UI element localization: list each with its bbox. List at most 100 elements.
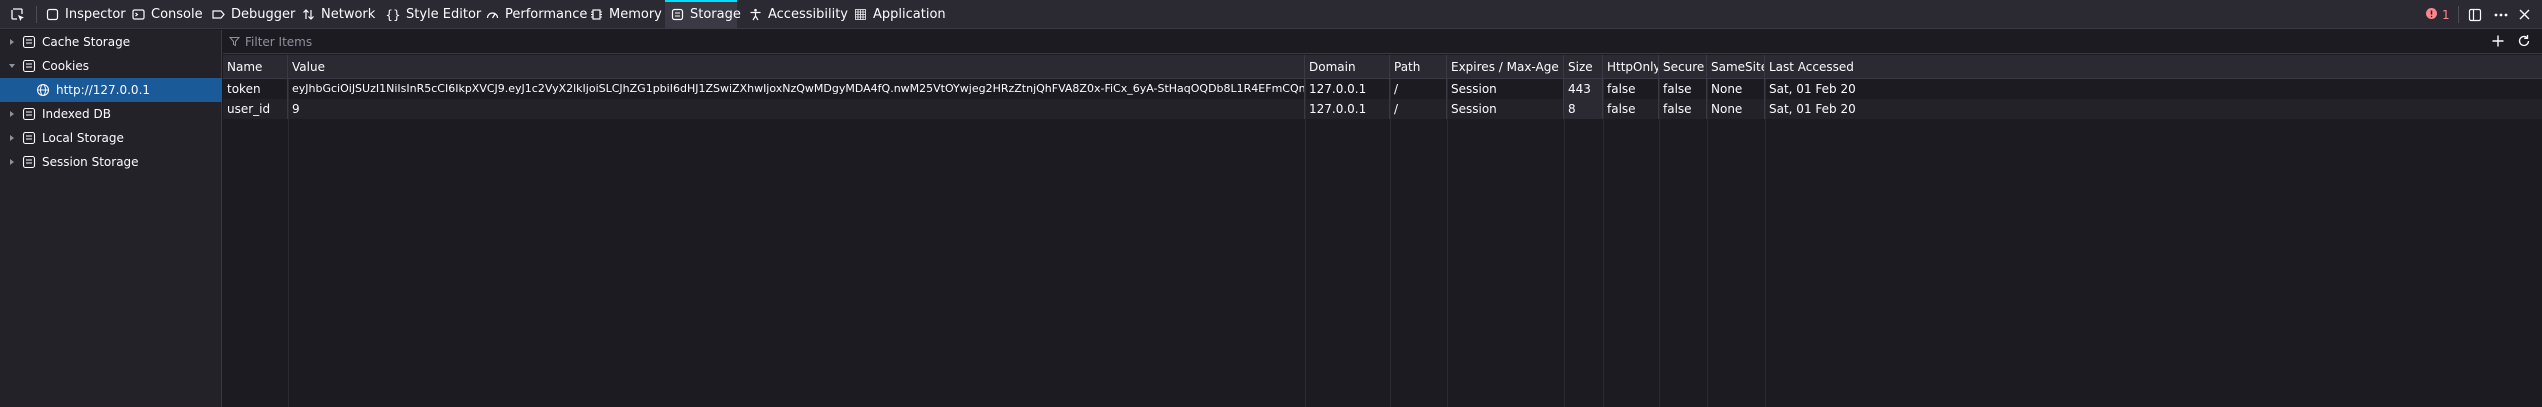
tab-storage[interactable]: Storage xyxy=(665,0,741,29)
tab-inspector[interactable]: Inspector xyxy=(42,0,126,29)
cookie-path: / xyxy=(1390,99,1447,119)
chevron-right-icon[interactable] xyxy=(6,132,18,144)
cookie-value: eyJhbGciOiJSUzI1NiIsInR5cCI6IkpXVCJ9.eyJ… xyxy=(288,79,1305,99)
column-header-secure[interactable]: Secure xyxy=(1659,55,1707,79)
accessibility-icon xyxy=(749,8,762,22)
column-header-size[interactable]: Size xyxy=(1564,55,1603,79)
tab-debugger[interactable]: Debugger xyxy=(208,0,295,29)
tab-label: Console xyxy=(151,7,203,22)
cookie-last-accessed: Sat, 01 Feb 2025 1... xyxy=(1769,82,1855,96)
tab-label: Accessibility xyxy=(768,7,848,22)
cookie-expires: Session xyxy=(1447,79,1564,99)
column-header-domain[interactable]: Domain xyxy=(1305,55,1390,79)
table-header: Name Value Domain Path Expires / Max-Age… xyxy=(223,55,2542,79)
column-divider xyxy=(1603,79,1604,407)
column-divider xyxy=(1305,79,1306,407)
cookie-secure: false xyxy=(1659,99,1707,119)
cookie-secure: false xyxy=(1659,79,1707,99)
chevron-down-icon[interactable] xyxy=(6,60,18,72)
table-row[interactable]: user_id 9 127.0.0.1 / Session 8 false fa… xyxy=(223,99,2542,119)
column-header-expires[interactable]: Expires / Max-Age xyxy=(1447,55,1564,79)
globe-icon xyxy=(36,83,50,97)
sidebar-item-cache-storage[interactable]: Cache Storage xyxy=(0,30,222,54)
sidebar-item-host-127-0-0-1[interactable]: http://127.0.0.1 xyxy=(0,78,222,102)
table-row[interactable]: token eyJhbGciOiJSUzI1NiIsInR5cCI6IkpXVC… xyxy=(223,79,2542,99)
database-icon xyxy=(22,59,36,73)
devtools-toolbar: Inspector Console Debugger Network {} St… xyxy=(0,0,2542,29)
element-picker-icon[interactable] xyxy=(2,3,34,26)
chevron-right-icon[interactable] xyxy=(6,108,18,120)
storage-icon xyxy=(671,8,684,22)
column-header-name[interactable]: Name xyxy=(223,55,288,79)
tab-memory[interactable]: Memory xyxy=(586,0,662,29)
braces-icon: {} xyxy=(385,7,401,22)
network-icon xyxy=(302,8,315,22)
tab-label: Inspector xyxy=(65,7,126,22)
database-icon xyxy=(22,107,36,121)
database-icon xyxy=(22,131,36,145)
tab-label: Application xyxy=(873,7,946,22)
cookie-size: 443 xyxy=(1564,79,1603,99)
filter-input[interactable] xyxy=(245,33,1745,51)
tab-performance[interactable]: Performance xyxy=(482,0,587,29)
console-icon xyxy=(132,8,145,22)
column-divider xyxy=(1765,79,1766,407)
cookies-table: Name Value Domain Path Expires / Max-Age… xyxy=(223,55,2542,407)
error-count: 1 xyxy=(2442,7,2450,22)
cookie-httponly: false xyxy=(1603,79,1659,99)
sidebar-item-session-storage[interactable]: Session Storage xyxy=(0,150,222,174)
tab-style-editor[interactable]: {} Style Editor xyxy=(382,0,481,29)
error-indicator[interactable]: 1 xyxy=(2425,0,2450,29)
cookie-last-accessed: Sat, 01 Feb 2025 1... xyxy=(1769,102,1855,116)
column-divider xyxy=(1447,79,1448,407)
column-divider xyxy=(288,79,289,407)
chevron-right-icon[interactable] xyxy=(6,36,18,48)
tab-label: Storage xyxy=(690,7,741,22)
tab-label: Performance xyxy=(505,7,588,22)
column-header-path[interactable]: Path xyxy=(1390,55,1447,79)
database-icon xyxy=(22,155,36,169)
storage-sidebar: Cache Storage Cookies http://127.0.0.1 I… xyxy=(0,30,222,407)
column-header-last-accessed[interactable]: Last Accessed xyxy=(1765,55,2542,79)
database-icon xyxy=(22,35,36,49)
sidebar-item-label: Indexed DB xyxy=(42,107,111,121)
close-icon[interactable] xyxy=(2518,0,2531,29)
column-header-value[interactable]: Value xyxy=(288,55,1305,79)
cookie-expires: Session xyxy=(1447,99,1564,119)
chevron-right-icon[interactable] xyxy=(6,156,18,168)
toolbar-separator xyxy=(36,6,37,23)
tab-network[interactable]: Network xyxy=(298,0,376,29)
cookie-domain: 127.0.0.1 xyxy=(1305,79,1390,99)
error-icon xyxy=(2425,7,2438,23)
sidebar-item-label: Local Storage xyxy=(42,131,124,145)
toolbar-separator xyxy=(2458,6,2459,23)
tab-accessibility[interactable]: Accessibility xyxy=(745,0,848,29)
column-divider xyxy=(1564,79,1565,407)
cookie-value: 9 xyxy=(288,99,1305,119)
tab-application[interactable]: Application xyxy=(850,0,946,29)
sidebar-item-indexed-db[interactable]: Indexed DB xyxy=(0,102,222,126)
cookie-domain: 127.0.0.1 xyxy=(1305,99,1390,119)
tab-console[interactable]: Console xyxy=(128,0,203,29)
cookie-size: 8 xyxy=(1564,99,1603,119)
add-item-icon[interactable] xyxy=(2491,34,2505,51)
dock-side-icon[interactable] xyxy=(2468,0,2482,29)
cookie-name: token xyxy=(223,79,288,99)
tab-label: Style Editor xyxy=(406,7,482,22)
tab-label: Debugger xyxy=(231,7,296,22)
sidebar-item-label: Cookies xyxy=(42,59,89,73)
more-options-icon[interactable] xyxy=(2493,0,2509,29)
column-divider xyxy=(1707,79,1708,407)
cookie-name: user_id xyxy=(223,99,288,119)
column-header-samesite[interactable]: SameSite xyxy=(1707,55,1765,79)
sidebar-item-label: Session Storage xyxy=(42,155,139,169)
tab-label: Network xyxy=(321,7,376,22)
memory-icon xyxy=(590,8,603,22)
cookie-samesite: None xyxy=(1707,79,1765,99)
application-grid-icon xyxy=(854,8,867,22)
refresh-icon[interactable] xyxy=(2517,34,2531,51)
sidebar-item-local-storage[interactable]: Local Storage xyxy=(0,126,222,150)
sidebar-item-cookies[interactable]: Cookies xyxy=(0,54,222,78)
tab-label: Memory xyxy=(609,7,662,22)
column-header-httponly[interactable]: HttpOnly xyxy=(1603,55,1659,79)
